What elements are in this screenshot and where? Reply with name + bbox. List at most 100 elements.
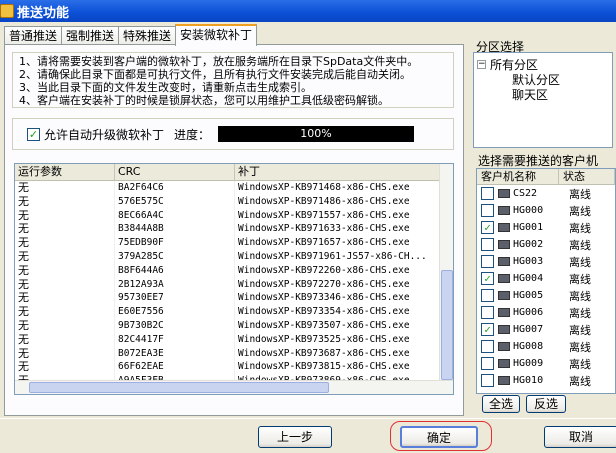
- cancel-button[interactable]: 取消: [544, 426, 616, 448]
- computer-icon: [498, 274, 510, 283]
- tab-force-push[interactable]: 强制推送: [61, 26, 120, 46]
- computer-icon: [498, 325, 510, 334]
- table-row[interactable]: 无 66F62EAE WindowsXP-KB973815-x86-CHS.exe: [15, 360, 453, 375]
- client-name-cell: ✓ HG001: [477, 221, 565, 234]
- col-patch[interactable]: 补丁: [235, 164, 441, 180]
- scroll-thumb[interactable]: [29, 382, 329, 393]
- client-status: 离线: [569, 323, 591, 337]
- table-row[interactable]: 无 379A285C WindowsXP-KB971961-JS57-x86-CH.…: [15, 249, 453, 264]
- invert-selection-button[interactable]: 反选: [526, 395, 566, 413]
- collapse-icon[interactable]: −: [477, 60, 486, 69]
- client-name: HG005: [513, 290, 544, 301]
- scroll-thumb[interactable]: [441, 270, 453, 380]
- table-row[interactable]: 无 8EC66A4C WindowsXP-KB971557-x86-CHS.exe: [15, 208, 453, 223]
- cell-patch: WindowsXP-KB972260-x86-CHS.exe: [235, 263, 441, 278]
- client-checkbox[interactable]: ✓: [481, 272, 494, 285]
- client-checkbox[interactable]: ✓: [481, 323, 494, 336]
- cell-crc: 75EDB90F: [115, 236, 235, 250]
- client-checkbox[interactable]: [481, 255, 494, 268]
- progress-bar: 100%: [218, 126, 415, 142]
- cell-run-params: 无: [15, 181, 115, 195]
- col-crc[interactable]: CRC: [115, 164, 235, 180]
- computer-icon: [498, 257, 510, 266]
- select-all-button[interactable]: 全选: [482, 395, 520, 413]
- client-status: 离线: [569, 374, 591, 388]
- instruction-line: 3、当此目录下面的文件发生改变时，请重新点击生成索引。: [19, 81, 312, 94]
- tab-install-ms-patch[interactable]: 安装微软补丁: [175, 24, 258, 46]
- client-row[interactable]: HG006 离线: [477, 304, 615, 321]
- cell-crc: 82C4417F: [115, 332, 235, 347]
- client-checkbox[interactable]: [481, 374, 494, 387]
- tree-item-chat-zone[interactable]: 聊天区: [512, 86, 548, 103]
- client-name-cell: HG002: [477, 238, 565, 251]
- check-mark-icon: ✓: [484, 272, 491, 285]
- table-row[interactable]: 无 75EDB90F WindowsXP-KB971657-x86-CHS.exe: [15, 236, 453, 250]
- cell-crc: B072EA3E: [115, 346, 235, 361]
- vertical-scrollbar[interactable]: [439, 164, 453, 394]
- client-checkbox[interactable]: ✓: [481, 221, 494, 234]
- client-list-header: 客户机名称 状态: [477, 169, 615, 185]
- cell-run-params: 无: [15, 222, 115, 237]
- client-status: 离线: [569, 357, 591, 371]
- tab-special-push[interactable]: 特殊推送: [118, 26, 177, 46]
- client-name: HG010: [513, 375, 544, 386]
- col-run-params[interactable]: 运行参数: [15, 164, 115, 180]
- client-row[interactable]: ✓ HG007 离线: [477, 321, 615, 338]
- client-row[interactable]: ✓ HG001 离线: [477, 219, 615, 236]
- client-status: 离线: [569, 238, 591, 252]
- table-row[interactable]: 无 B8F644A6 WindowsXP-KB972260-x86-CHS.exe: [15, 263, 453, 278]
- instruction-line: 4、客户端在安装补丁的时候是锁屏状态，您可以用维护工具低级密码解锁。: [19, 94, 389, 107]
- client-status: 离线: [569, 306, 591, 320]
- client-name-cell: HG008: [477, 340, 565, 353]
- cell-crc: 576E575C: [115, 194, 235, 209]
- client-checkbox[interactable]: [481, 357, 494, 370]
- client-checkbox[interactable]: [481, 238, 494, 251]
- table-row[interactable]: 无 E60E7556 WindowsXP-KB973354-x86-CHS.exe: [15, 305, 453, 319]
- check-mark-icon: ✓: [484, 221, 491, 234]
- client-row[interactable]: HG002 离线: [477, 236, 615, 253]
- client-row[interactable]: HG005 离线: [477, 287, 615, 304]
- cell-crc: 66F62EAE: [115, 360, 235, 375]
- col-client-name[interactable]: 客户机名称: [477, 169, 559, 184]
- client-checkbox[interactable]: [481, 306, 494, 319]
- client-row[interactable]: HG008 离线: [477, 338, 615, 355]
- tab-normal-push[interactable]: 普通推送: [4, 26, 63, 46]
- cell-run-params: 无: [15, 291, 115, 306]
- client-checkbox[interactable]: [481, 187, 494, 200]
- patch-table-body: 无 BA2F64C6 WindowsXP-KB971468-x86-CHS.exe 无…: [15, 181, 453, 388]
- table-row[interactable]: 无 576E575C WindowsXP-KB971486-x86-CHS.exe: [15, 194, 453, 209]
- client-row[interactable]: HG010 离线: [477, 372, 615, 389]
- computer-icon: [498, 359, 510, 368]
- client-row[interactable]: HG000 离线: [477, 202, 615, 219]
- client-checkbox[interactable]: [481, 204, 494, 217]
- table-row[interactable]: 无 B072EA3E WindowsXP-KB973687-x86-CHS.exe: [15, 346, 453, 361]
- table-row[interactable]: 无 95730EE7 WindowsXP-KB973346-x86-CHS.exe: [15, 291, 453, 306]
- col-status[interactable]: 状态: [559, 169, 615, 184]
- client-select-title: 选择需要推送的客户机: [476, 152, 601, 169]
- instruction-line: 1、请将需要安装到客户端的微软补丁，放在服务端所在目录下SpData文件夹中。: [19, 55, 419, 68]
- client-checkbox[interactable]: [481, 340, 494, 353]
- instructions-box: 1、请将需要安装到客户端的微软补丁，放在服务端所在目录下SpData文件夹中。 …: [12, 52, 454, 108]
- table-row[interactable]: 无 82C4417F WindowsXP-KB973525-x86-CHS.exe: [15, 332, 453, 347]
- horizontal-scrollbar[interactable]: [15, 380, 453, 394]
- client-status: 离线: [569, 289, 591, 303]
- table-row[interactable]: 无 BA2F64C6 WindowsXP-KB971468-x86-CHS.exe: [15, 181, 453, 195]
- cell-crc: 9B730B2C: [115, 318, 235, 333]
- client-name: HG002: [513, 239, 544, 250]
- prev-step-button[interactable]: 上一步: [258, 426, 332, 448]
- client-name-cell: HG010: [477, 374, 565, 387]
- highlight-annotation: [390, 421, 492, 451]
- auto-upgrade-checkbox[interactable]: ✓: [27, 127, 40, 141]
- table-row[interactable]: 无 2B12A93A WindowsXP-KB972270-x86-CHS.exe: [15, 277, 453, 292]
- client-row[interactable]: CS22 离线: [477, 185, 615, 202]
- table-row[interactable]: 无 B3844A8B WindowsXP-KB971633-x86-CHS.exe: [15, 222, 453, 237]
- cell-crc: E60E7556: [115, 305, 235, 319]
- client-checkbox[interactable]: [481, 289, 494, 302]
- client-row[interactable]: ✓ HG004 离线: [477, 270, 615, 287]
- client-status: 离线: [569, 204, 591, 218]
- computer-icon: [498, 308, 510, 317]
- client-row[interactable]: HG009 离线: [477, 355, 615, 372]
- client-row[interactable]: HG003 离线: [477, 253, 615, 270]
- cell-patch: WindowsXP-KB973507-x86-CHS.exe: [235, 318, 441, 333]
- table-row[interactable]: 无 9B730B2C WindowsXP-KB973507-x86-CHS.exe: [15, 318, 453, 333]
